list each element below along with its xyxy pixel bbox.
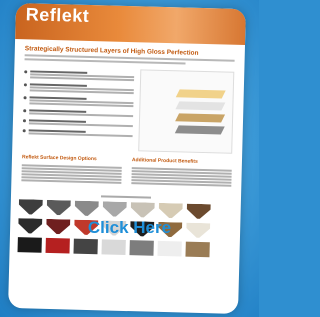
swatch-label bbox=[100, 195, 152, 199]
color-swatch bbox=[158, 203, 182, 219]
color-swatch bbox=[129, 240, 154, 256]
color-swatch bbox=[45, 237, 70, 254]
color-swatch bbox=[101, 239, 126, 255]
color-swatch bbox=[157, 240, 182, 257]
header-banner: Reflekt bbox=[15, 3, 246, 46]
color-swatch bbox=[74, 201, 98, 217]
click-here-button[interactable]: Click Here bbox=[0, 218, 259, 238]
brand-logo: Reflekt bbox=[25, 4, 90, 26]
layer-diagram bbox=[138, 69, 235, 154]
color-swatch bbox=[186, 204, 210, 220]
color-swatch bbox=[73, 238, 98, 255]
color-swatch bbox=[19, 199, 43, 215]
color-swatch bbox=[102, 201, 126, 217]
brochure-preview[interactable]: Reflekt Strategically Structured Layers … bbox=[8, 3, 246, 314]
benefit-list bbox=[22, 66, 135, 151]
color-swatch bbox=[185, 241, 210, 258]
color-swatch bbox=[46, 200, 70, 216]
color-swatch bbox=[130, 202, 154, 218]
color-swatch bbox=[17, 237, 42, 253]
